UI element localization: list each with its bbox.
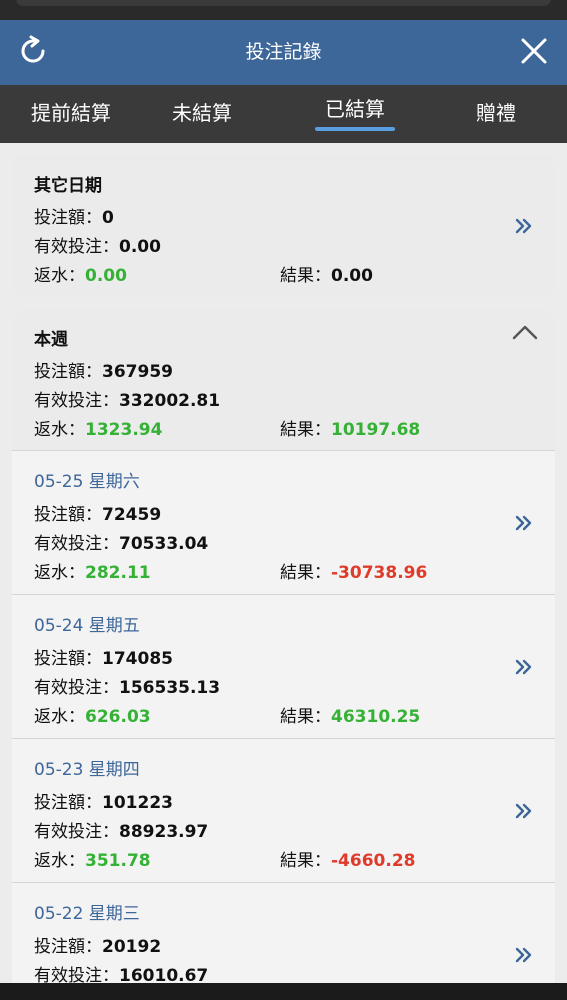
rebate: 返水：1323.94 xyxy=(34,420,163,440)
chevron-up-icon[interactable] xyxy=(511,323,539,341)
active-tab-indicator xyxy=(315,127,395,131)
bottom-bar xyxy=(0,983,567,1000)
section-title: 本週 xyxy=(34,330,68,350)
day-row[interactable]: 05-25 星期六 投注額：72459 有效投注：70533.04 返水：282… xyxy=(12,451,555,595)
records-list: 其它日期 投注額：0 有效投注：0.00 返水：0.00 結果：0.00 本週 … xyxy=(0,143,567,983)
result: 結果：0.00 xyxy=(280,266,373,286)
double-chevron-right-icon[interactable] xyxy=(513,215,535,237)
close-icon[interactable] xyxy=(519,36,549,66)
result: 結果：-4660.28 xyxy=(280,851,416,871)
valid-bet: 有效投注：70533.04 xyxy=(34,534,209,554)
tab-early-settle[interactable]: 提前結算 xyxy=(18,85,124,143)
bet-amount: 投注額：367959 xyxy=(34,362,173,382)
valid-bet: 有效投注：88923.97 xyxy=(34,822,209,842)
result: 結果：46310.25 xyxy=(280,707,421,727)
rebate: 返水：282.11 xyxy=(34,563,151,583)
valid-bet: 有效投注：0.00 xyxy=(34,237,161,257)
week-summary[interactable]: 本週 投注額：367959 有效投注：332002.81 返水：1323.94 … xyxy=(12,309,555,451)
day-row[interactable]: 05-23 星期四 投注額：101223 有效投注：88923.97 返水：35… xyxy=(12,739,555,883)
bet-amount: 投注額：101223 xyxy=(34,793,173,813)
top-pill xyxy=(16,0,551,6)
double-chevron-right-icon[interactable] xyxy=(513,944,535,966)
valid-bet: 有效投注：156535.13 xyxy=(34,678,221,698)
this-week-card: 本週 投注額：367959 有效投注：332002.81 返水：1323.94 … xyxy=(12,309,555,983)
other-dates-card[interactable]: 其它日期 投注額：0 有效投注：0.00 返水：0.00 結果：0.00 xyxy=(12,155,555,296)
tab-bar: 提前結算 未結算 已結算 贈禮 xyxy=(0,85,567,143)
top-strip xyxy=(0,0,567,20)
day-row[interactable]: 05-24 星期五 投注額：174085 有效投注：156535.13 返水：6… xyxy=(12,595,555,739)
tab-settled[interactable]: 已結算 xyxy=(305,85,405,143)
rebate: 返水：626.03 xyxy=(34,707,151,727)
day-date: 05-24 星期五 xyxy=(34,616,140,636)
valid-bet: 有效投注：332002.81 xyxy=(34,391,221,411)
double-chevron-right-icon[interactable] xyxy=(513,656,535,678)
bet-amount: 投注額：174085 xyxy=(34,649,173,669)
rebate: 返水：351.78 xyxy=(34,851,151,871)
result: 結果：10197.68 xyxy=(280,420,421,440)
day-date: 05-22 星期三 xyxy=(34,904,140,924)
page-title: 投注記錄 xyxy=(245,41,322,63)
double-chevron-right-icon[interactable] xyxy=(513,512,535,534)
rebate: 返水：0.00 xyxy=(34,266,127,286)
bet-amount: 投注額：20192 xyxy=(34,937,162,957)
double-chevron-right-icon[interactable] xyxy=(513,800,535,822)
day-row[interactable]: 05-22 星期三 投注額：20192 有效投注：16010.67 xyxy=(12,883,555,983)
day-date: 05-23 星期四 xyxy=(34,760,140,780)
bet-amount: 投注額：72459 xyxy=(34,505,162,525)
section-title: 其它日期 xyxy=(34,176,102,196)
tab-gifts[interactable]: 贈禮 xyxy=(446,85,546,143)
bet-amount: 投注額：0 xyxy=(34,208,114,228)
day-date: 05-25 星期六 xyxy=(34,472,140,492)
valid-bet: 有效投注：16010.67 xyxy=(34,966,209,983)
header-bar: 投注記錄 xyxy=(0,20,567,85)
tab-unsettled[interactable]: 未結算 xyxy=(152,85,252,143)
result: 結果：-30738.96 xyxy=(280,563,428,583)
